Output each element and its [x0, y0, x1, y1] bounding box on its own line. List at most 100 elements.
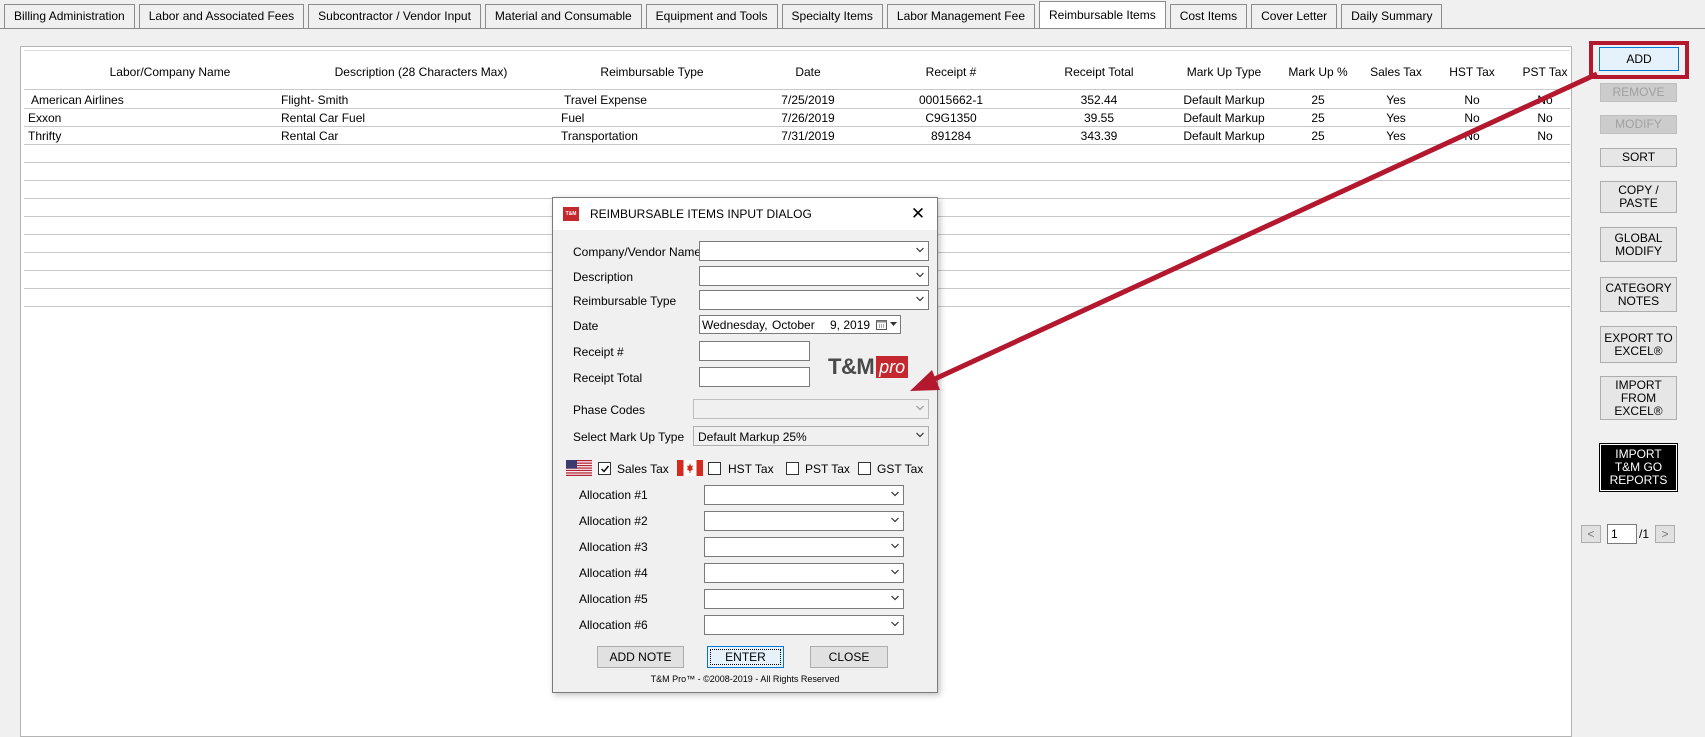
pst-tax-label: PST Tax — [805, 462, 850, 476]
tab-daily-summary[interactable]: Daily Summary — [1341, 4, 1443, 28]
allocation-1-label: Allocation #1 — [579, 488, 648, 502]
page-number-input[interactable]: 1 — [1607, 524, 1637, 544]
company-vendor-name-dropdown[interactable] — [699, 241, 929, 261]
chevron-down-icon — [891, 569, 899, 575]
sort-button[interactable]: SORT — [1600, 148, 1677, 167]
dialog-title: REIMBURSABLE ITEMS INPUT DIALOG — [590, 207, 812, 221]
tab-divider — [0, 28, 1705, 29]
next-page-button[interactable]: > — [1655, 525, 1676, 543]
cell-description: Flight- Smith — [281, 93, 349, 107]
header-mark-up-type[interactable]: Mark Up Type — [1187, 65, 1261, 79]
sales-tax-checkbox[interactable] — [598, 462, 611, 475]
header-date[interactable]: Date — [795, 65, 820, 79]
date-picker[interactable]: Wednesday, October 9, 2019 — [699, 315, 901, 334]
allocation-4-dropdown[interactable] — [704, 563, 904, 583]
cell-receipt-number: 00015662-1 — [918, 93, 984, 107]
calendar-icon[interactable] — [876, 319, 888, 330]
gst-tax-checkbox[interactable] — [858, 462, 871, 475]
date-month: October — [772, 318, 815, 332]
pst-tax-checkbox[interactable] — [786, 462, 799, 475]
tab-labor-and-associated-fees[interactable]: Labor and Associated Fees — [138, 4, 305, 28]
cell-hst-tax: No — [1464, 129, 1480, 143]
header-receipt-number[interactable]: Receipt # — [926, 65, 977, 79]
chevron-down-icon — [916, 296, 924, 302]
header-description[interactable]: Description (28 Characters Max) — [335, 65, 508, 79]
copyright-text: T&M Pro™ - ©2008-2019 - All Rights Reser… — [650, 674, 840, 684]
description-dropdown[interactable] — [699, 266, 929, 286]
export-to-excel-button[interactable]: EXPORT TO EXCEL® — [1600, 326, 1677, 363]
header-labor-company-name[interactable]: Labor/Company Name — [110, 65, 231, 79]
header-sales-tax[interactable]: Sales Tax — [1370, 65, 1422, 79]
empty-row[interactable] — [24, 163, 1570, 181]
add-button[interactable]: ADD — [1599, 47, 1679, 71]
table-row[interactable]: American Airlines Flight- Smith Travel E… — [24, 91, 1570, 109]
tab-cover-letter[interactable]: Cover Letter — [1251, 4, 1338, 28]
chevron-down-icon — [891, 491, 899, 497]
cell-date: 7/31/2019 — [781, 129, 835, 143]
cell-type: Travel Expense — [564, 93, 647, 107]
header-hst-tax[interactable]: HST Tax — [1449, 65, 1495, 79]
cell-receipt-total: 39.55 — [1083, 111, 1115, 125]
grid-header: Labor/Company Name Description (28 Chara… — [24, 50, 1570, 90]
remove-button[interactable]: REMOVE — [1600, 83, 1677, 102]
cell-mark-up-percent: 25 — [1311, 129, 1325, 143]
allocation-6-dropdown[interactable] — [704, 615, 904, 635]
receipt-total-input[interactable] — [699, 367, 810, 387]
header-mark-up-percent[interactable]: Mark Up % — [1288, 65, 1347, 79]
mark-up-type-dropdown[interactable]: Default Markup 25% — [693, 426, 929, 446]
copy-paste-button[interactable]: COPY / PASTE — [1600, 181, 1677, 213]
cell-mark-up-type: Default Markup — [1183, 93, 1265, 107]
canada-flag-icon — [677, 460, 703, 476]
chevron-down-icon — [891, 543, 899, 549]
global-modify-button[interactable]: GLOBAL MODIFY — [1600, 227, 1677, 262]
receipt-number-input[interactable] — [699, 341, 810, 361]
add-note-button[interactable]: ADD NOTE — [597, 646, 684, 668]
allocation-4-label: Allocation #4 — [579, 566, 648, 580]
header-reimbursable-type[interactable]: Reimbursable Type — [600, 65, 703, 79]
us-flag-icon — [566, 460, 592, 476]
tab-cost-items[interactable]: Cost Items — [1169, 4, 1248, 28]
tab-equipment-and-tools[interactable]: Equipment and Tools — [645, 4, 778, 28]
chevron-down-icon — [891, 517, 899, 523]
close-icon[interactable]: ✕ — [907, 203, 929, 225]
page-total: /1 — [1639, 527, 1650, 541]
tab-billing-administration[interactable]: Billing Administration — [4, 4, 135, 28]
cell-date: 7/25/2019 — [781, 93, 835, 107]
allocation-5-dropdown[interactable] — [704, 589, 904, 609]
modify-button[interactable]: MODIFY — [1600, 115, 1677, 134]
header-receipt-total[interactable]: Receipt Total — [1064, 65, 1133, 79]
import-tm-go-reports-button[interactable]: IMPORT T&M GO REPORTS — [1599, 443, 1678, 492]
phase-codes-dropdown[interactable] — [693, 399, 929, 419]
reimbursable-type-dropdown[interactable] — [699, 290, 929, 310]
table-row[interactable]: Exxon Rental Car Fuel Fuel 7/26/2019 C9G… — [24, 109, 1570, 127]
allocation-1-dropdown[interactable] — [704, 485, 904, 505]
empty-row[interactable] — [24, 145, 1570, 163]
chevron-down-icon — [891, 621, 899, 627]
cell-hst-tax: No — [1464, 111, 1480, 125]
tab-subcontractor-vendor-input[interactable]: Subcontractor / Vendor Input — [308, 4, 481, 28]
table-row[interactable]: Thrifty Rental Car Transportation 7/31/2… — [24, 127, 1570, 145]
category-notes-button[interactable]: CATEGORY NOTES — [1600, 277, 1677, 312]
prev-page-button[interactable]: < — [1581, 525, 1601, 543]
tab-material-and-consumable[interactable]: Material and Consumable — [484, 4, 642, 28]
header-pst-tax[interactable]: PST Tax — [1523, 65, 1568, 79]
date-label: Date — [573, 319, 599, 333]
date-day-year: 9, 2019 — [830, 318, 871, 332]
allocation-3-dropdown[interactable] — [704, 537, 904, 557]
cell-pst-tax: No — [1537, 129, 1553, 143]
hst-tax-label: HST Tax — [728, 462, 774, 476]
cell-description: Rental Car Fuel — [281, 111, 366, 125]
close-button[interactable]: CLOSE — [810, 646, 888, 668]
import-from-excel-button[interactable]: IMPORT FROM EXCEL® — [1600, 376, 1677, 420]
allocation-6-label: Allocation #6 — [579, 618, 648, 632]
reimbursable-items-input-dialog: T&M REIMBURSABLE ITEMS INPUT DIALOG ✕ Co… — [552, 197, 938, 693]
receipt-number-label: Receipt # — [573, 345, 624, 359]
allocation-2-dropdown[interactable] — [704, 511, 904, 531]
hst-tax-checkbox[interactable] — [708, 462, 721, 475]
enter-button[interactable]: ENTER — [707, 646, 784, 668]
tab-reimbursable-items[interactable]: Reimbursable Items — [1039, 1, 1166, 28]
chevron-down-icon — [891, 595, 899, 601]
tab-specialty-items[interactable]: Specialty Items — [781, 4, 883, 28]
cell-sales-tax: Yes — [1386, 129, 1406, 143]
tab-labor-management-fee[interactable]: Labor Management Fee — [886, 4, 1035, 28]
